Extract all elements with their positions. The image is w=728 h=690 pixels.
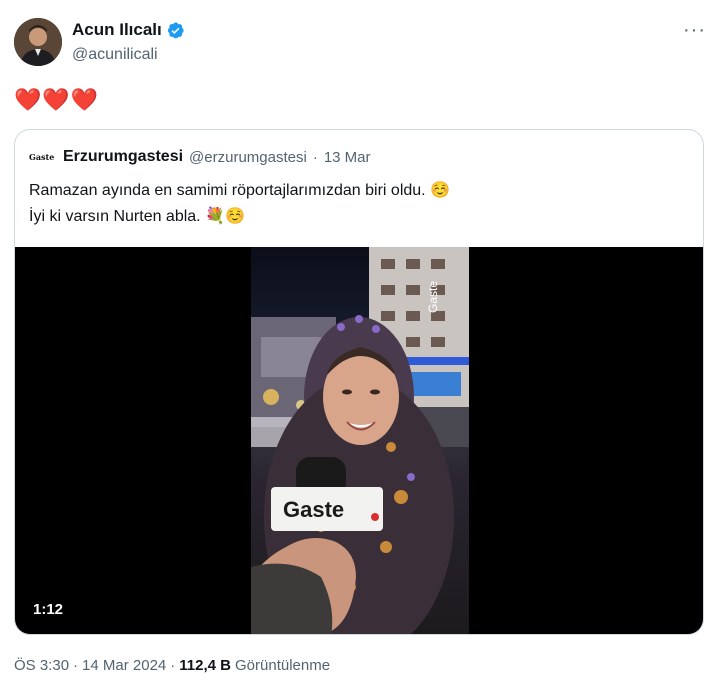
verified-badge-icon	[167, 22, 184, 38]
view-count-label: Görüntülenme	[235, 657, 331, 674]
tweet-text: ❤️❤️❤️	[14, 87, 100, 112]
author-name[interactable]: Acun Ilıcalı	[72, 20, 162, 40]
quoted-tweet-text: Ramazan ayında en samimi röportajlarımız…	[29, 178, 450, 230]
quoted-text-line: Ramazan ayında en samimi röportajlarımız…	[29, 182, 450, 199]
tweet-date[interactable]: 14 Mar 2024	[82, 657, 166, 674]
author-name-row: Acun Ilıcalı	[72, 20, 185, 40]
video-thumbnail-image: Gaste Gaste	[251, 247, 469, 634]
tweet-footer: ÖS 3:30 · 14 Mar 2024 · 112,4 B Görüntül…	[14, 657, 330, 674]
tweet-time[interactable]: ÖS 3:30	[14, 657, 69, 674]
quoted-separator: ·	[312, 148, 318, 166]
more-options-icon[interactable]: ···	[683, 20, 706, 40]
quoted-author-logo: Gaste	[29, 152, 55, 162]
video-player[interactable]: Gaste Gaste 1:12	[15, 247, 703, 634]
video-sign-text: Gaste	[426, 281, 440, 313]
footer-separator: ·	[73, 657, 79, 674]
video-duration: 1:12	[33, 601, 64, 618]
microphone-logo-text: Gaste	[283, 497, 344, 522]
quoted-tweet-header: Gaste Erzurumgastesi @erzurumgastesi · 1…	[29, 148, 371, 166]
video-frame: Gaste Gaste	[251, 247, 469, 634]
quoted-author-handle[interactable]: @erzurumgastesi	[189, 149, 307, 166]
tweet: Acun Ilıcalı @acunilicali ··· ❤️❤️❤️ Gas…	[0, 0, 728, 690]
footer-separator: ·	[170, 657, 176, 674]
author-avatar[interactable]	[14, 18, 62, 66]
quoted-author-name[interactable]: Erzurumgastesi	[63, 148, 183, 166]
person-portrait-icon	[14, 18, 62, 66]
quoted-text-line: İyi ki varsın Nurten abla. 💐☺️	[29, 208, 245, 225]
quoted-tweet-card[interactable]: Gaste Erzurumgastesi @erzurumgastesi · 1…	[14, 129, 704, 635]
author-handle[interactable]: @acunilicali	[72, 46, 158, 64]
quoted-date[interactable]: 13 Mar	[324, 149, 371, 166]
view-count[interactable]: 112,4 B	[179, 657, 231, 674]
